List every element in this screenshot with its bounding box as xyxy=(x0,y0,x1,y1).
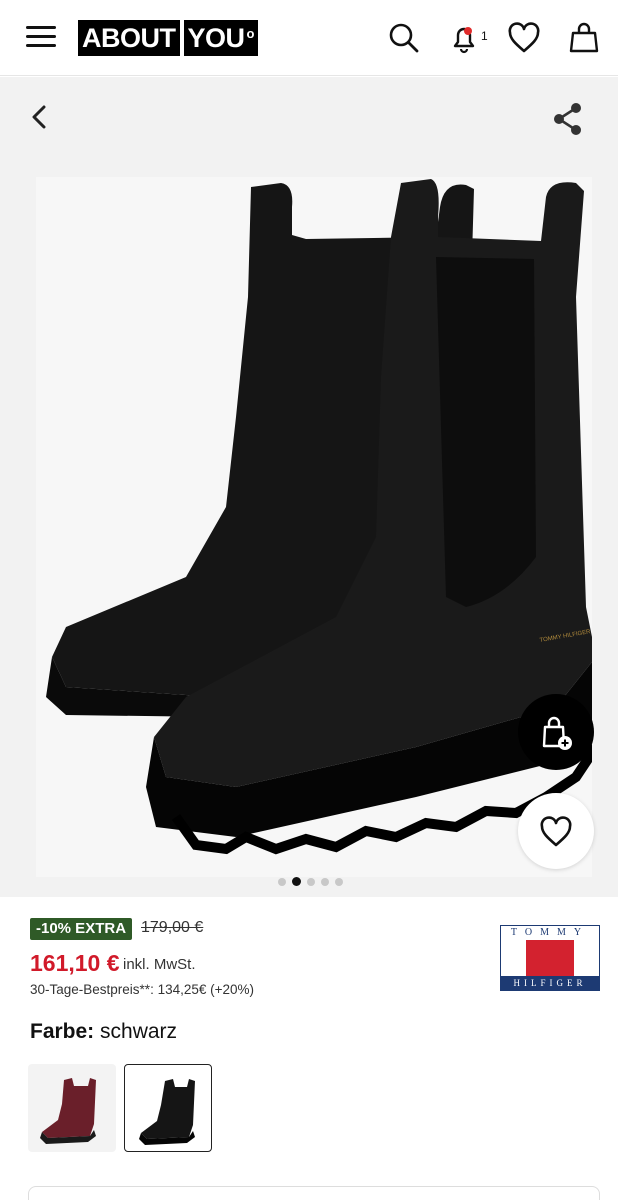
color-value: schwarz xyxy=(100,1020,178,1043)
pagination-dot[interactable] xyxy=(321,877,329,886)
shopping-bag-icon[interactable] xyxy=(564,18,604,58)
pagination-dot[interactable] xyxy=(278,877,286,886)
pagination-dot[interactable] xyxy=(335,877,343,886)
bag-plus-icon xyxy=(542,716,572,750)
brand-top: TOMMY xyxy=(510,927,590,938)
menu-icon[interactable] xyxy=(26,24,58,50)
pagination-dot[interactable] xyxy=(307,877,315,886)
logo-about: ABOUT xyxy=(78,20,180,56)
next-section-card[interactable] xyxy=(28,1186,600,1200)
color-swatch-black-selected[interactable] xyxy=(124,1064,212,1152)
brand-bottom: HILFIGER xyxy=(501,976,599,990)
back-arrow-icon[interactable] xyxy=(20,97,60,137)
color-label: Farbe: schwarz xyxy=(30,1020,178,1043)
color-swatch-burgundy[interactable] xyxy=(28,1064,116,1152)
tax-note: inkl. MwSt. xyxy=(123,956,196,973)
product-image[interactable]: TOMMY HILFIGER xyxy=(36,177,604,877)
logo-you: YOU o xyxy=(183,20,258,56)
discount-badge: -10% EXTRA xyxy=(30,918,133,940)
brand-flag xyxy=(501,940,599,976)
add-to-wishlist-button[interactable] xyxy=(518,793,594,869)
notification-count: 1 xyxy=(481,29,488,43)
share-icon[interactable] xyxy=(546,97,590,141)
best-price-note: 30-Tage-Bestpreis**: 134,25€ (+20%) xyxy=(30,982,255,997)
notification-bell-icon[interactable] xyxy=(444,18,484,58)
about-you-logo[interactable]: ABOUT YOU o xyxy=(78,20,258,56)
burgundy-boot-thumbnail xyxy=(40,1078,96,1144)
heart-icon xyxy=(540,816,572,847)
original-price: 179,00 € xyxy=(141,919,204,936)
pagination-dot-active[interactable] xyxy=(292,877,301,886)
add-to-bag-button[interactable] xyxy=(518,694,594,770)
wishlist-heart-icon[interactable] xyxy=(504,18,544,58)
top-app-bar: ABOUT YOU o 1 xyxy=(0,0,618,76)
black-boot-thumbnail xyxy=(139,1079,195,1145)
chelsea-boots-image: TOMMY HILFIGER xyxy=(46,179,604,855)
current-price: 161,10 € xyxy=(30,950,120,976)
gallery-pagination xyxy=(278,877,343,886)
product-image-gallery[interactable]: TOMMY HILFIGER xyxy=(0,77,618,897)
tommy-hilfiger-logo[interactable]: TOMMY HILFIGER xyxy=(500,925,600,991)
search-icon[interactable] xyxy=(384,18,424,58)
